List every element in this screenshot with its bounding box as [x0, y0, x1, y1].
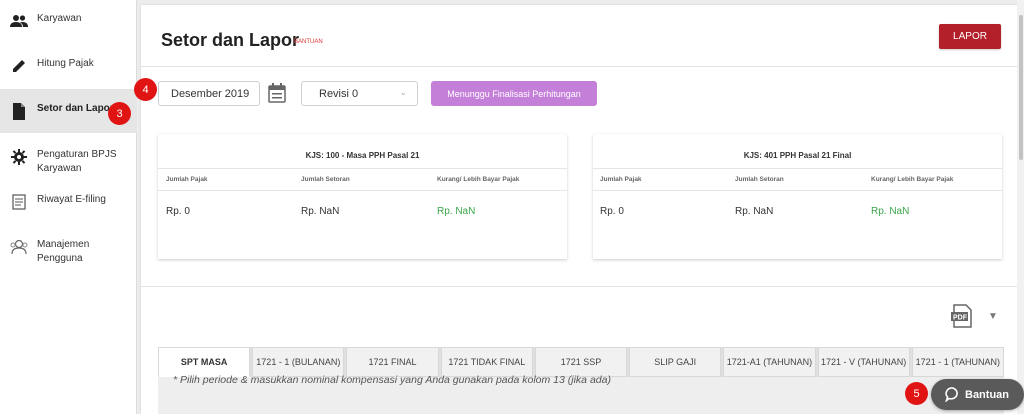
step-badge: 5: [905, 382, 928, 405]
gear-icon: [10, 148, 28, 166]
chevron-down-icon[interactable]: ▼: [988, 311, 998, 322]
divider: [141, 66, 1017, 67]
chat-bubble-icon: [945, 387, 958, 402]
help-link[interactable]: BANTUAN: [294, 39, 323, 45]
jumlah-pajak-value: Rp. 0: [166, 206, 190, 217]
history-icon: [10, 193, 28, 211]
tab-1721-ssp[interactable]: 1721 SSP: [534, 347, 628, 377]
main-panel: Setor dan Lapor BANTUAN LAPOR Desember 2…: [141, 5, 1017, 414]
jumlah-setoran-value: Rp. NaN: [735, 206, 774, 217]
tab-1721-1-tahunan[interactable]: 1721 - 1 (TAHUNAN): [911, 347, 1004, 377]
sidebar-item-hitung-pajak[interactable]: Hitung Pajak: [0, 57, 137, 75]
kjs-card-title: KJS: 100 - Masa PPH Pasal 21: [305, 151, 420, 160]
page-title: Setor dan Lapor: [161, 30, 300, 50]
status-button[interactable]: Menunggu Finalisasi Perhitungan: [431, 81, 597, 106]
period-input[interactable]: Desember 2019: [158, 81, 260, 106]
sidebar-item-manajemen-pengguna[interactable]: Manajemen Pengguna: [0, 238, 137, 266]
column-header: Jumlah Pajak: [166, 176, 208, 183]
divider: [158, 168, 567, 169]
jumlah-setoran-value: Rp. NaN: [301, 206, 340, 217]
column-header: Kurang/ Lebih Bayar Pajak: [437, 176, 520, 183]
pencil-icon: [10, 57, 28, 75]
tab-1721-a1-tahunan[interactable]: 1721-A1 (TAHUNAN): [723, 347, 816, 377]
tab-bar: SPT MASA 1721 - 1 (BULANAN) 1721 FINAL 1…: [158, 347, 1004, 377]
column-header: Jumlah Pajak: [600, 176, 642, 183]
help-button-label: Bantuan: [965, 388, 1009, 401]
sidebar: Karyawan Hitung Pajak Setor dan Lapor Pe…: [0, 0, 137, 414]
column-header: Kurang/ Lebih Bayar Pajak: [871, 176, 954, 183]
lapor-button[interactable]: LAPOR: [939, 24, 1001, 49]
step-badge: 3: [108, 102, 131, 125]
sidebar-item-label: Hitung Pajak: [37, 58, 94, 69]
scrollbar-thumb[interactable]: [1019, 15, 1023, 160]
tab-spt-masa[interactable]: SPT MASA: [158, 347, 251, 377]
document-icon: [10, 102, 28, 120]
divider: [593, 168, 1002, 169]
svg-text:PDF: PDF: [953, 315, 968, 322]
help-button[interactable]: Bantuan: [931, 379, 1024, 410]
kurang-lebih-bayar-value: Rp. NaN: [871, 206, 910, 217]
column-header: Jumlah Setoran: [301, 176, 350, 183]
report-tabs: SPT MASA 1721 - 1 (BULANAN) 1721 FINAL 1…: [158, 347, 1004, 414]
tab-1721-tidak-final[interactable]: 1721 TIDAK FINAL: [440, 347, 533, 377]
divider: [158, 190, 567, 191]
revision-select-value: Revisi 0: [319, 87, 359, 100]
instruction-note: * Pilih periode & masukkan nominal kompe…: [173, 374, 611, 386]
tab-slip-gaji[interactable]: SLIP GAJI: [629, 347, 722, 377]
users-manage-icon: [10, 238, 28, 256]
sidebar-item-label: Pengaturan BPJS Karyawan: [37, 149, 117, 174]
sidebar-item-karyawan[interactable]: Karyawan: [0, 12, 137, 30]
sidebar-item-pengaturan-bpjs[interactable]: Pengaturan BPJS Karyawan: [0, 148, 137, 176]
revision-select[interactable]: Revisi 0 ⌄: [301, 81, 418, 106]
kjs-card-title: KJS: 401 PPH Pasal 21 Final: [743, 151, 852, 160]
kjs-card-401: KJS: 401 PPH Pasal 21 Final Jumlah Pajak…: [593, 134, 1002, 259]
chevron-down-icon: ⌄: [399, 87, 407, 97]
calendar-icon[interactable]: [268, 83, 286, 103]
sidebar-item-label: Setor dan Lapor: [37, 103, 114, 114]
kjs-card-100: KJS: 100 - Masa PPH Pasal 21 Jumlah Paja…: [158, 134, 567, 259]
sidebar-item-label: Riwayat E-filing: [37, 194, 106, 205]
sidebar-item-label: Karyawan: [37, 13, 82, 24]
divider: [593, 190, 1002, 191]
step-badge: 4: [134, 78, 157, 101]
sidebar-item-label: Manajemen Pengguna: [37, 239, 90, 264]
people-icon: [10, 12, 28, 30]
kurang-lebih-bayar-value: Rp. NaN: [437, 206, 476, 217]
tab-1721-final[interactable]: 1721 FINAL: [346, 347, 439, 377]
tab-1721-1-bulanan[interactable]: 1721 - 1 (BULANAN): [252, 347, 345, 377]
pdf-icon[interactable]: PDF: [950, 304, 974, 328]
column-header: Jumlah Setoran: [735, 176, 784, 183]
divider: [141, 286, 1017, 287]
jumlah-pajak-value: Rp. 0: [600, 206, 624, 217]
sidebar-item-riwayat-efiling[interactable]: Riwayat E-filing: [0, 193, 137, 211]
tab-1721-v-tahunan[interactable]: 1721 - V (TAHUNAN): [817, 347, 910, 377]
